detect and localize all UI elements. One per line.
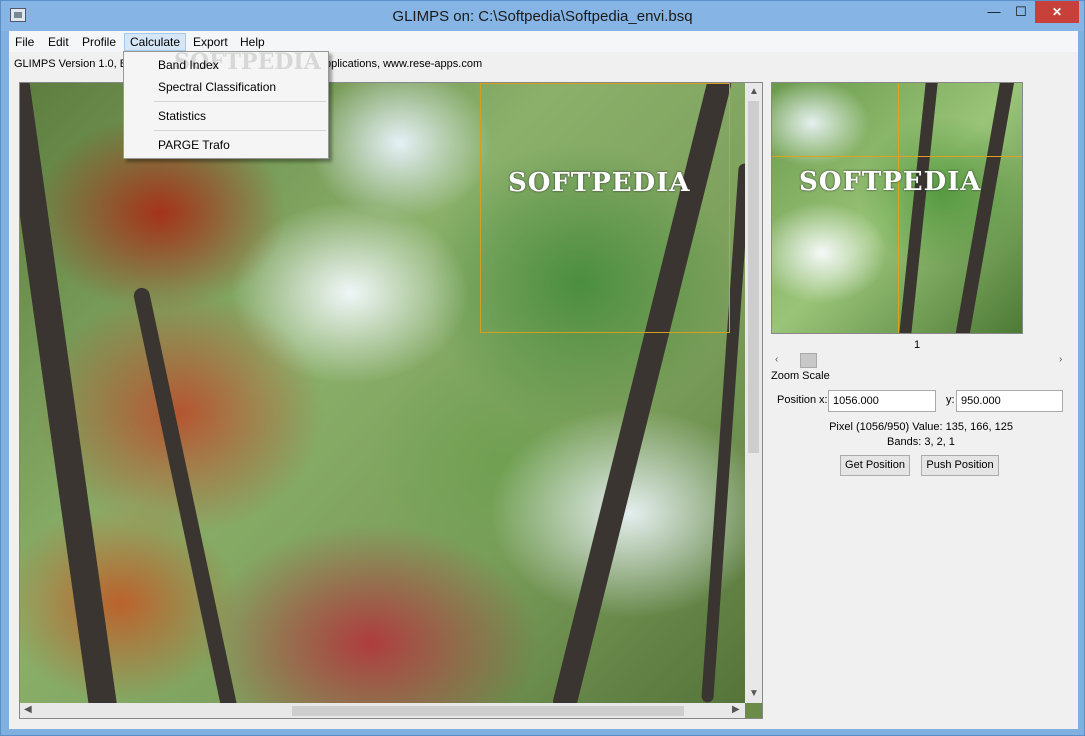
menu-item-statistics[interactable]: Statistics bbox=[158, 109, 206, 123]
menu-separator bbox=[154, 130, 326, 131]
image-view[interactable]: SOFTPEDIA ▲ ▼ ◀ ▶ bbox=[19, 82, 763, 719]
vertical-scrollbar[interactable]: ▲ ▼ bbox=[745, 83, 762, 703]
client-area: File Edit Profile Calculate Export Help … bbox=[9, 31, 1078, 729]
vertical-scroll-thumb[interactable] bbox=[748, 101, 759, 453]
website-text: pplications, www.rese-apps.com bbox=[325, 58, 483, 70]
version-text: GLIMPS Version 1.0, B bbox=[14, 58, 128, 70]
menu-edit[interactable]: Edit bbox=[43, 33, 74, 51]
zoom-scale-label: Zoom Scale bbox=[771, 370, 830, 382]
scroll-down-icon[interactable]: ▼ bbox=[749, 688, 759, 700]
maximize-button[interactable]: ☐ bbox=[1007, 1, 1035, 23]
menu-item-parge-trafo[interactable]: PARGE Trafo bbox=[158, 138, 230, 152]
scroll-up-icon[interactable]: ▲ bbox=[749, 86, 759, 98]
app-window: GLIMPS on: C:\Softpedia\Softpedia_envi.b… bbox=[0, 0, 1085, 736]
image-canvas[interactable]: SOFTPEDIA bbox=[20, 83, 745, 703]
zoom-slider-knob[interactable] bbox=[800, 353, 817, 368]
menu-separator bbox=[154, 101, 326, 102]
minimize-button[interactable]: — bbox=[979, 1, 1009, 23]
title-bar[interactable]: GLIMPS on: C:\Softpedia\Softpedia_envi.b… bbox=[1, 1, 1084, 31]
pixel-value-text: Pixel (1056/950) Value: 135, 166, 125 bbox=[829, 421, 1013, 433]
scroll-right-icon[interactable]: ▶ bbox=[732, 704, 740, 716]
branch-shape bbox=[952, 83, 1016, 333]
scroll-left-icon[interactable]: ◀ bbox=[24, 704, 32, 716]
push-position-button[interactable]: Push Position bbox=[921, 455, 999, 476]
menu-item-spectral-classification[interactable]: Spectral Classification bbox=[158, 80, 276, 94]
horizontal-scrollbar[interactable]: ◀ ▶ bbox=[20, 703, 745, 718]
branch-shape bbox=[897, 83, 939, 333]
slider-right-icon[interactable]: › bbox=[1059, 354, 1062, 366]
zoom-slider[interactable]: ‹ › bbox=[773, 352, 1067, 368]
slider-left-icon[interactable]: ‹ bbox=[775, 354, 778, 366]
position-label: Position bbox=[777, 394, 817, 406]
position-y-label: y: bbox=[946, 394, 955, 406]
bands-text: Bands: 3, 2, 1 bbox=[887, 436, 955, 448]
menu-file[interactable]: File bbox=[10, 33, 39, 51]
zoom-value: 1 bbox=[914, 339, 921, 351]
window-title: GLIMPS on: C:\Softpedia\Softpedia_envi.b… bbox=[392, 8, 693, 25]
close-button[interactable]: ✕ bbox=[1035, 1, 1079, 23]
get-position-button[interactable]: Get Position bbox=[840, 455, 910, 476]
crosshair-vertical bbox=[898, 83, 899, 333]
menu-profile[interactable]: Profile bbox=[77, 33, 121, 51]
branch-shape bbox=[132, 286, 244, 703]
menu-item-band-index[interactable]: Band Index bbox=[158, 58, 219, 72]
calculate-dropdown-menu: SOFTPEDIA Band Index Spectral Classifica… bbox=[123, 49, 329, 159]
position-x-label: x: bbox=[819, 394, 828, 406]
horizontal-scroll-thumb[interactable] bbox=[292, 706, 684, 716]
zoom-region-box[interactable]: SOFTPEDIA bbox=[480, 83, 730, 333]
menu-bar: File Edit Profile Calculate Export Help bbox=[9, 31, 1078, 52]
preview-watermark-text: SOFTPEDIA bbox=[799, 167, 982, 197]
branch-shape bbox=[20, 83, 119, 703]
position-y-input[interactable] bbox=[956, 390, 1063, 412]
preview-view[interactable]: SOFTPEDIA bbox=[771, 82, 1023, 334]
position-x-input[interactable] bbox=[828, 390, 936, 412]
watermark-text: SOFTPEDIA bbox=[508, 168, 691, 198]
crosshair-horizontal bbox=[772, 156, 1022, 157]
